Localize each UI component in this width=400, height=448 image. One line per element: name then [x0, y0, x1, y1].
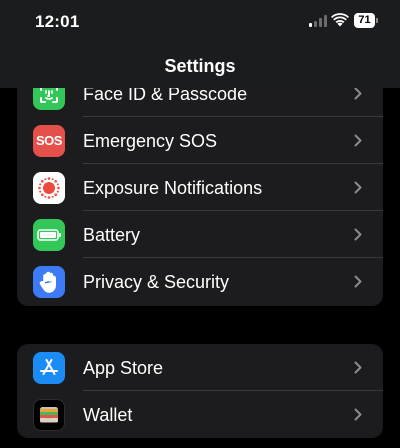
hand-icon: [33, 266, 65, 298]
chevron-right-icon: [354, 181, 362, 194]
row-exposure-notifications[interactable]: Exposure Notifications: [17, 164, 383, 211]
settings-group-store: App Store Wallet: [17, 344, 383, 438]
chevron-right-icon: [354, 361, 362, 374]
chevron-right-icon: [354, 228, 362, 241]
row-label: Exposure Notifications: [83, 178, 263, 198]
wifi-icon: [331, 13, 349, 27]
row-label: Emergency SOS: [83, 131, 218, 151]
app-store-icon: [33, 352, 65, 384]
navigation-header: 12:01 71 Settings: [0, 0, 400, 88]
chevron-right-icon: [354, 408, 362, 421]
page-title: Settings: [164, 56, 236, 76]
row-battery[interactable]: Battery: [17, 211, 383, 258]
wallet-icon: [33, 399, 65, 431]
row-privacy-security[interactable]: Privacy & Security: [17, 258, 383, 305]
sos-icon: SOS: [33, 125, 65, 157]
chevron-right-icon: [354, 134, 362, 147]
row-label: Wallet: [83, 405, 133, 425]
chevron-right-icon: [354, 275, 362, 288]
row-emergency-sos[interactable]: SOS Emergency SOS: [17, 117, 383, 164]
row-wallet[interactable]: Wallet: [17, 391, 383, 438]
row-label: Privacy & Security: [83, 272, 230, 292]
exposure-icon: [33, 172, 65, 204]
row-label: App Store: [83, 358, 164, 378]
row-app-store[interactable]: App Store: [17, 344, 383, 391]
battery-icon: [33, 219, 65, 251]
cellular-signal-icon: [309, 15, 327, 27]
settings-group-privacy: Face ID & Passcode SOS Emergency SOS Exp…: [17, 70, 383, 306]
battery-status-icon: 71: [354, 13, 380, 28]
status-time: 12:01: [35, 12, 80, 31]
chevron-right-icon: [354, 87, 362, 100]
row-label: Battery: [83, 225, 141, 245]
battery-level: 71: [354, 13, 375, 28]
